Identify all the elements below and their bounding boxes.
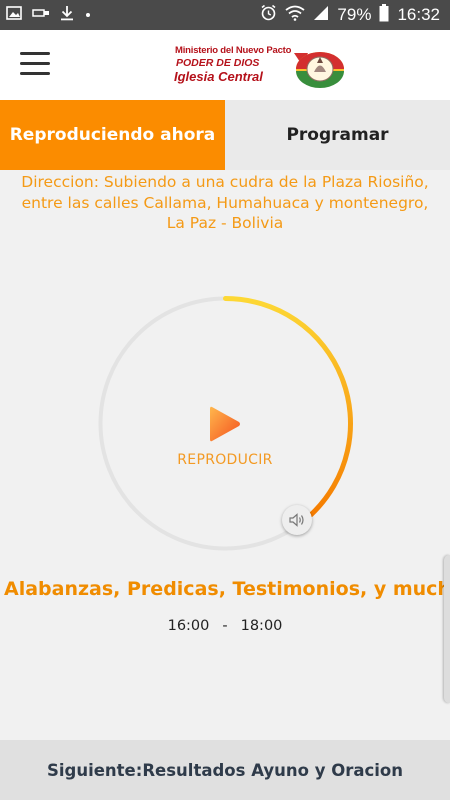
hamburger-menu-icon[interactable] — [20, 52, 50, 76]
volume-button[interactable] — [282, 505, 312, 535]
clock: 16:32 — [397, 5, 440, 24]
signal-icon — [313, 5, 329, 26]
tab-bar: Reproduciendo ahora Programar — [0, 100, 450, 170]
download-icon — [60, 5, 74, 26]
program-schedule: 16:00 - 18:00 — [0, 618, 450, 634]
logo-poder-text: PODER DE DIOS — [176, 57, 260, 69]
battery-icon — [379, 3, 389, 27]
status-bar-left — [6, 0, 92, 30]
program-title: Alabanzas, Predicas, Testimonios, y much… — [4, 578, 450, 600]
status-bar: 79% 16:32 — [0, 0, 450, 30]
image-icon — [6, 5, 22, 25]
end-time: 18:00 — [240, 618, 283, 634]
address-line-2: entre las calles Callama, Humahuaca y mo… — [21, 193, 429, 212]
next-program-bar[interactable]: Siguiente:Resultados Ayuno y Oracion — [0, 740, 450, 800]
address-line-1: Direccion: Subiendo a una cudra de la Pl… — [21, 173, 429, 191]
tab-now-playing[interactable]: Reproduciendo ahora — [0, 100, 225, 170]
logo-ministry-text: Ministerio del Nuevo Pacto — [175, 45, 292, 56]
app-header: Ministerio del Nuevo Pacto PODER DE DIOS… — [0, 30, 450, 100]
speaker-icon — [289, 513, 304, 527]
dot-icon — [84, 6, 92, 24]
next-program-text: Siguiente:Resultados Ayuno y Oracion — [46, 760, 404, 780]
church-address: Direccion: Subiendo a una cudra de la Pl… — [0, 172, 450, 234]
alarm-icon — [260, 4, 277, 26]
wifi-icon — [285, 5, 305, 26]
usb-icon — [32, 6, 50, 24]
logo-iglesia-text: Iglesia Central — [174, 69, 263, 84]
progress-arc — [223, 296, 353, 518]
play-button[interactable] — [208, 404, 242, 444]
tab-schedule[interactable]: Programar — [225, 100, 450, 170]
play-label: REPRODUCIR — [177, 452, 273, 468]
start-time: 16:00 — [167, 618, 210, 634]
church-logo: Ministerio del Nuevo Pacto PODER DE DIOS… — [172, 43, 347, 89]
battery-percentage: 79% — [337, 5, 372, 24]
status-bar-right: 79% 16:32 — [260, 0, 440, 30]
side-drawer-handle[interactable] — [444, 555, 450, 703]
bolivia-emblem-icon — [294, 52, 344, 88]
time-separator: - — [222, 618, 228, 634]
address-line-3: La Paz - Bolivia — [166, 214, 284, 232]
